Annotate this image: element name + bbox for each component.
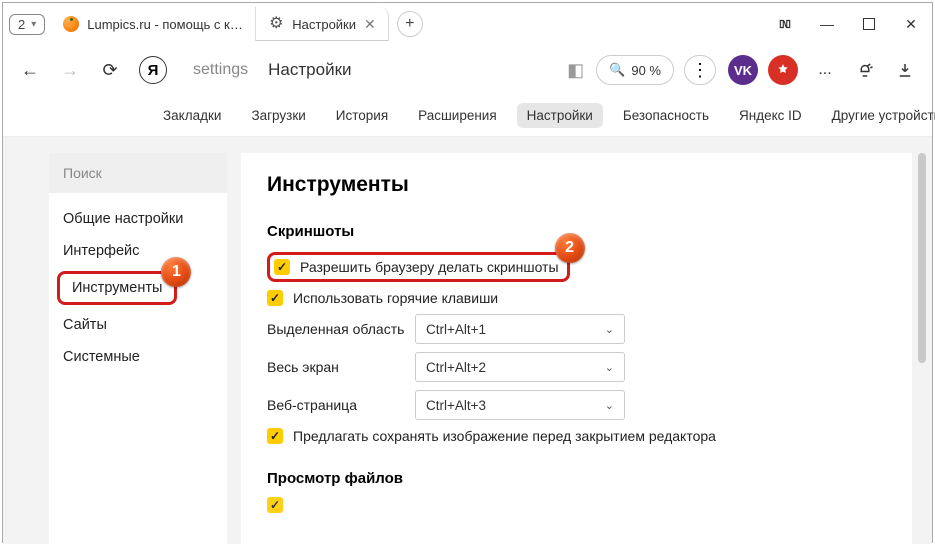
settings-top-nav: Закладки Загрузки История Расширения Настрой… (3, 95, 932, 137)
annotation-ball-2: 2 (555, 233, 585, 263)
plus-icon: + (405, 15, 414, 33)
browser-tab-inactive[interactable]: Lumpics.ru - помощь с ком (51, 7, 256, 41)
hotkey-label: Веб-страница (267, 397, 415, 413)
topnav-item-6[interactable]: Яндекс ID (729, 103, 812, 128)
topnav-item-4[interactable]: Настройки (517, 103, 603, 128)
yandex-logo-icon[interactable]: Я (139, 56, 167, 84)
browser-tab-active[interactable]: ⚙ Настройки ✕ (256, 7, 388, 41)
page-menu-button[interactable]: ⋮ (684, 55, 716, 85)
more-button[interactable]: ... (808, 53, 842, 87)
checkbox-allow-screenshots[interactable] (274, 259, 290, 275)
topnav-item-0[interactable]: Закладки (153, 103, 231, 128)
annotation-ball-1: 1 (161, 257, 191, 287)
hotkey-select[interactable]: Ctrl+Alt+1 ⌄ (415, 314, 625, 344)
zoom-value: 90 % (631, 63, 661, 78)
hotkey-label: Весь экран (267, 359, 415, 375)
bookmark-icon[interactable]: ◧ (567, 60, 584, 81)
hotkey-select[interactable]: Ctrl+Alt+2 ⌄ (415, 352, 625, 382)
browser-toolbar: ← → ⟳ Я settings Настройки ◧ 🔍 90 % ⋮ VK… (3, 45, 932, 95)
close-tab-icon[interactable]: ✕ (364, 16, 376, 33)
partial-row (267, 497, 886, 513)
settings-sidebar: Поиск Общие настройкиИнтерфейс Инструмент… (49, 153, 227, 544)
hotkey-row-2: Веб-страница Ctrl+Alt+3 ⌄ (267, 390, 886, 420)
sidebar-item-2[interactable]: Инструменты1 (57, 271, 177, 305)
tabs-counter[interactable]: 2 ▾ (9, 14, 45, 35)
sidebar-item-1[interactable]: Интерфейс (49, 235, 227, 267)
orange-favicon-icon (63, 16, 79, 32)
settings-content: Инструменты Скриншоты Разрешить браузеру… (241, 153, 912, 544)
back-button[interactable]: ← (13, 53, 47, 87)
chevron-down-icon: ⌄ (605, 399, 614, 412)
topnav-item-2[interactable]: История (326, 103, 398, 128)
feedback-icon[interactable] (848, 53, 882, 87)
tab-label: Lumpics.ru - помощь с ком (87, 17, 243, 32)
sidebar-search[interactable]: Поиск (49, 153, 227, 193)
hotkey-value: Ctrl+Alt+1 (426, 322, 486, 337)
sidebar-item-0[interactable]: Общие настройки (49, 203, 227, 235)
checkbox-offer-save-label: Предлагать сохранять изображение перед з… (293, 428, 716, 444)
sidebar-item-3[interactable]: Сайты (49, 309, 227, 341)
topnav-item-7[interactable]: Другие устройства (822, 103, 935, 128)
reload-button[interactable]: ⟳ (93, 53, 127, 87)
window-maximize-button[interactable] (848, 6, 890, 42)
magnifier-icon: 🔍 (609, 62, 625, 78)
hotkey-row-0: Выделенная область Ctrl+Alt+1 ⌄ (267, 314, 886, 344)
content-heading: Инструменты (267, 173, 886, 197)
sidebar-item-4[interactable]: Системные (49, 341, 227, 373)
url-text: settings (193, 61, 248, 79)
window-titlebar: 2 ▾ Lumpics.ru - помощь с ком ⚙ Настройк… (3, 3, 932, 45)
tab-label: Настройки (292, 17, 356, 32)
chevron-down-icon: ⌄ (605, 323, 614, 336)
settings-page: Поиск Общие настройкиИнтерфейс Инструмент… (3, 137, 932, 544)
chevron-down-icon: ▾ (31, 19, 36, 30)
new-tab-button[interactable]: + (397, 11, 423, 37)
section-files-title: Просмотр файлов (267, 470, 886, 487)
forward-button[interactable]: → (53, 53, 87, 87)
checkbox-allow-label: Разрешить браузеру делать скриншоты (300, 259, 559, 275)
hotkey-value: Ctrl+Alt+2 (426, 360, 486, 375)
downloads-icon[interactable] (888, 53, 922, 87)
window-minimize-button[interactable] (806, 6, 848, 42)
scroll-thumb[interactable] (918, 153, 926, 363)
zoom-chip[interactable]: 🔍 90 % (596, 55, 674, 85)
reader-mode-icon[interactable] (764, 6, 806, 42)
topnav-item-1[interactable]: Загрузки (241, 103, 315, 128)
gear-icon: ⚙ (268, 16, 284, 32)
topnav-item-5[interactable]: Безопасность (613, 103, 719, 128)
hotkey-value: Ctrl+Alt+3 (426, 398, 486, 413)
checkbox-hotkeys-label: Использовать горячие клавиши (293, 290, 498, 306)
topnav-item-3[interactable]: Расширения (408, 103, 507, 128)
extension-vk-icon[interactable]: VK (728, 55, 758, 85)
url-page-title: Настройки (268, 60, 351, 80)
checkbox-offer-save[interactable] (267, 428, 283, 444)
checkbox-hotkeys[interactable] (267, 290, 283, 306)
window-close-button[interactable] (890, 6, 932, 42)
sidebar-search-placeholder: Поиск (63, 165, 102, 181)
checkbox-partial[interactable] (267, 497, 283, 513)
address-bar[interactable]: settings Настройки ◧ (179, 53, 590, 87)
chevron-down-icon: ⌄ (605, 361, 614, 374)
hotkey-row-1: Весь экран Ctrl+Alt+2 ⌄ (267, 352, 886, 382)
tabs-counter-value: 2 (18, 17, 25, 32)
highlighted-option-allow-screenshots: Разрешить браузеру делать скриншоты 2 (267, 252, 570, 282)
extension-adblock-icon[interactable] (768, 55, 798, 85)
hotkey-label: Выделенная область (267, 321, 415, 337)
page-scrollbar[interactable] (916, 153, 928, 531)
hotkey-select[interactable]: Ctrl+Alt+3 ⌄ (415, 390, 625, 420)
